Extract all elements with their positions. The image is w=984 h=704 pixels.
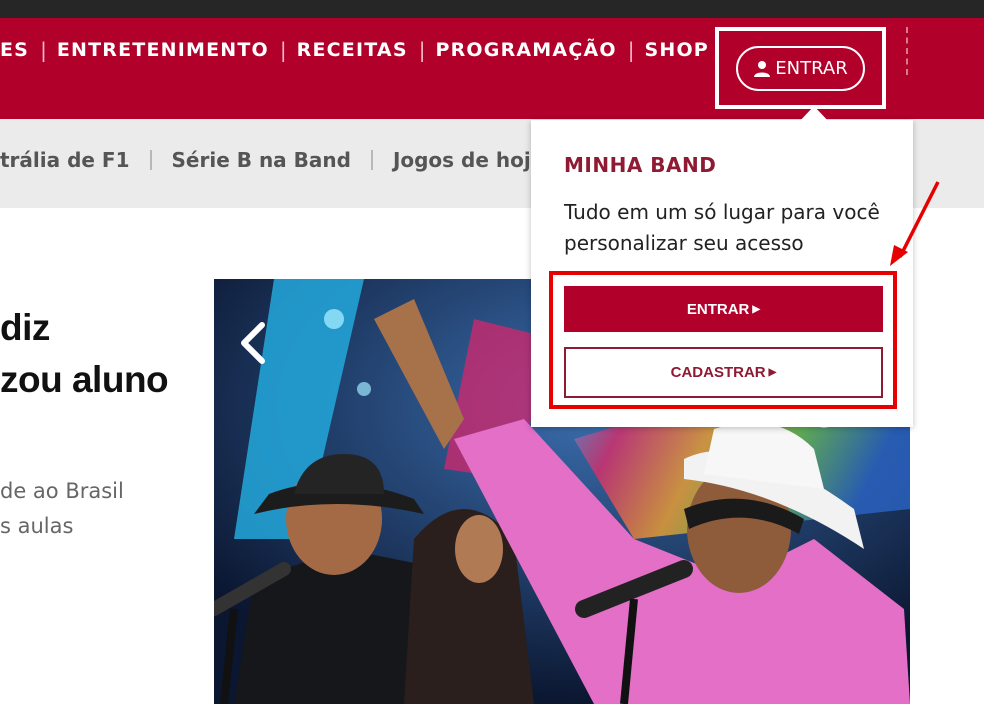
nav-item-shop[interactable]: SHOP xyxy=(644,39,708,61)
nav-separator: | xyxy=(627,38,635,62)
popup-caret xyxy=(797,106,831,124)
popup-description: Tudo em um só lugar para você personaliz… xyxy=(564,200,880,255)
headline-line: zou aluno xyxy=(0,359,169,400)
browser-top-strip xyxy=(0,0,984,18)
subnav-item-f1[interactable]: trália de F1 xyxy=(0,148,130,172)
nav-item-programacao[interactable]: PROGRAMAÇÃO xyxy=(435,39,616,61)
nav-item-partial[interactable]: ES xyxy=(0,39,29,61)
nav-item-receitas[interactable]: RECEITAS xyxy=(297,39,408,61)
summary-line: s aulas xyxy=(0,514,74,538)
main-nav: ES | ENTRETENIMENTO | RECEITAS | PROGRAM… xyxy=(0,38,709,62)
summary-line: de ao Brasil xyxy=(0,479,124,503)
nav-item-entretenimento[interactable]: ENTRETENIMENTO xyxy=(57,39,269,61)
header-divider xyxy=(906,27,908,75)
subnav-separator xyxy=(149,150,152,170)
carousel-prev-button[interactable] xyxy=(234,321,274,365)
nav-separator: | xyxy=(418,38,426,62)
article-headline[interactable]: diz zou aluno xyxy=(0,302,169,406)
subnav-separator xyxy=(370,150,373,170)
headline-line: diz xyxy=(0,307,50,348)
login-button[interactable]: ENTRAR xyxy=(736,46,865,91)
popup-title: MINHA BAND xyxy=(564,153,717,177)
subnav-item-serie-b[interactable]: Série B na Band xyxy=(172,148,351,172)
nav-separator: | xyxy=(40,38,47,62)
user-icon xyxy=(754,60,771,77)
annotation-highlight-box xyxy=(549,271,897,409)
subnav-item-jogos[interactable]: Jogos de hoje xyxy=(393,148,544,172)
nav-separator: | xyxy=(279,38,287,62)
article-summary: de ao Brasil s aulas xyxy=(0,474,124,544)
subnav-links: trália de F1 Série B na Band Jogos de ho… xyxy=(0,148,544,172)
login-button-label: ENTRAR xyxy=(775,58,848,79)
chevron-left-icon xyxy=(241,322,265,364)
